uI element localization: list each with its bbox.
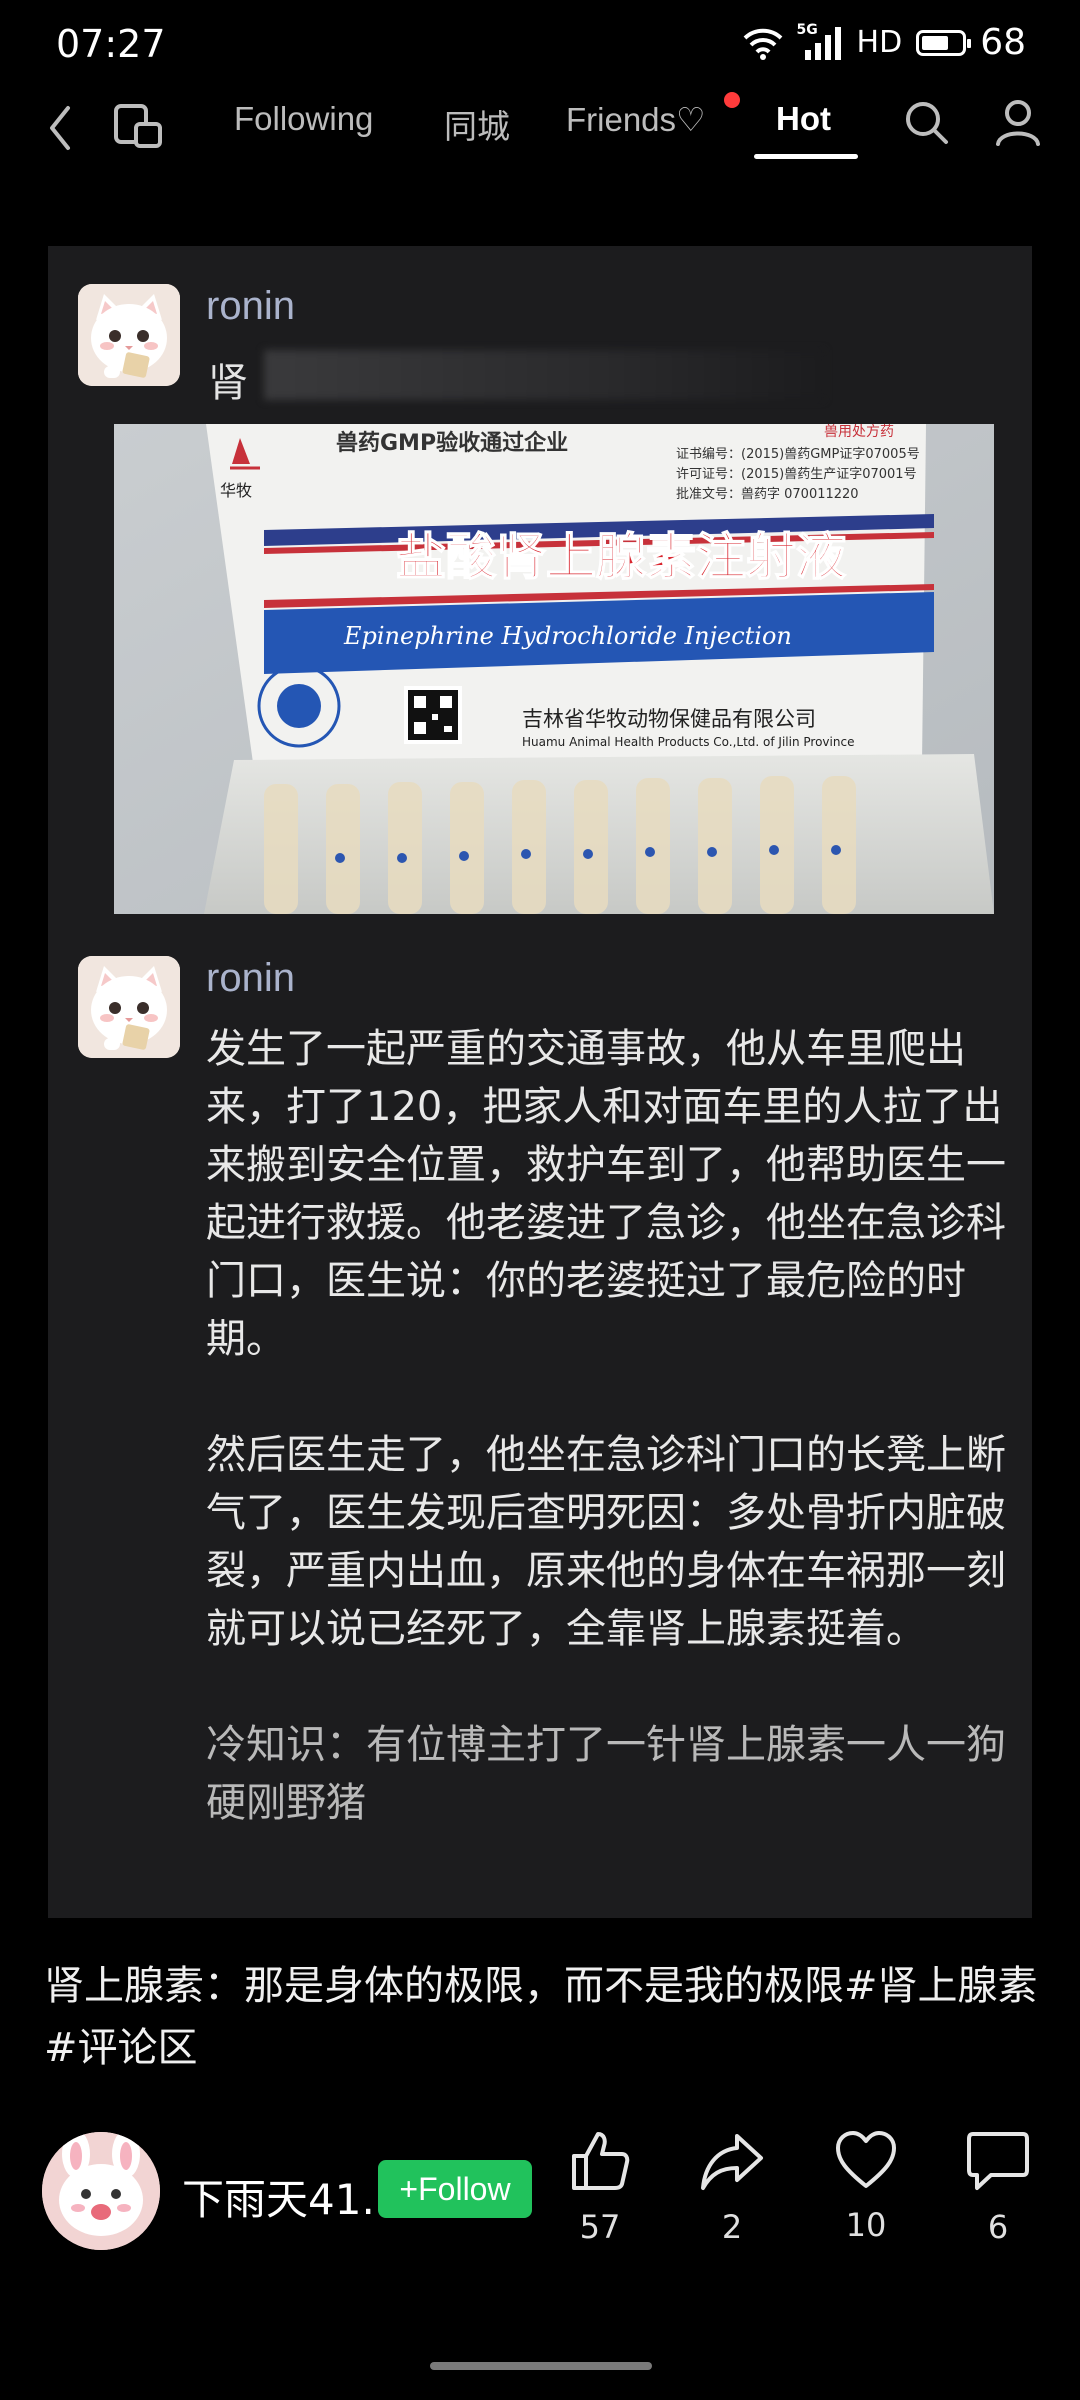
company-name-en: Huamu Animal Health Products Co.,Ltd. of… <box>522 735 854 749</box>
cert-line-3: 批准文号：兽药字 070011220 <box>676 487 859 502</box>
battery-icon <box>916 29 972 56</box>
product-name-en: Epinephrine Hydrochloride Injection <box>343 622 792 650</box>
brand-text: 华牧 <box>220 481 252 500</box>
multi-window-icon[interactable] <box>108 96 168 156</box>
follow-button[interactable]: +Follow <box>378 2160 532 2218</box>
corner-tag: 兽用处方药 <box>824 424 894 440</box>
status-time: 07:27 <box>56 22 166 66</box>
signal-icon: 5G <box>797 22 843 60</box>
top-nav: Following 同城 Friends♡ Hot <box>0 90 1080 240</box>
tab-friends[interactable]: Friends♡ <box>566 100 706 139</box>
avatar[interactable] <box>78 284 180 386</box>
gmp-text: 兽药GMP验收通过企业 <box>336 430 568 456</box>
author-name[interactable]: 下雨天41. <box>182 2166 375 2227</box>
battery-level: 68 <box>980 22 1026 63</box>
post-caption[interactable]: 肾上腺素：那是身体的极限，而不是我的极限#肾上腺素#评论区 <box>44 1955 1044 2079</box>
post-card[interactable]: ronin 肾 华牧 兽药GMP验收通过企业 证书编号：(2015)兽药GMP证… <box>48 246 1032 1918</box>
thumbs-up-icon <box>572 2132 630 2190</box>
product-photo[interactable]: 华牧 兽药GMP验收通过企业 证书编号：(2015)兽药GMP证字07005号 … <box>114 424 994 914</box>
tab-same-city[interactable]: 同城 <box>444 100 510 148</box>
like-count: 57 <box>579 2208 621 2246</box>
search-icon[interactable] <box>900 96 954 150</box>
comment-username[interactable]: ronin <box>206 284 295 329</box>
avatar[interactable] <box>78 956 180 1058</box>
share-action[interactable]: 2 <box>672 2130 792 2246</box>
comment-icon <box>967 2132 1029 2190</box>
comment-action[interactable]: 6 <box>938 2130 1058 2246</box>
active-tab-indicator <box>754 154 858 159</box>
product-name-cn: 盐酸肾上腺素注射液 <box>396 528 846 586</box>
comment-body: 发生了一起严重的交通事故，他从车里爬出来，打了120，把家人和对面车里的人拉了出… <box>206 1020 1006 1832</box>
profile-icon[interactable] <box>990 94 1046 150</box>
wifi-icon <box>743 28 782 60</box>
favorite-count: 10 <box>845 2206 887 2244</box>
comment-username[interactable]: ronin <box>206 956 295 1001</box>
share-icon <box>701 2134 763 2190</box>
share-count: 2 <box>721 2208 743 2246</box>
comment-paragraph: 发生了一起严重的交通事故，他从车里爬出来，打了120，把家人和对面车里的人拉了出… <box>206 1026 1006 1362</box>
comment-text-partial: 肾 <box>208 360 248 406</box>
hd-label: HD <box>856 25 903 60</box>
like-action[interactable]: 57 <box>540 2130 660 2246</box>
cert-line-1: 证书编号：(2015)兽药GMP证字07005号 <box>676 447 920 462</box>
home-indicator[interactable] <box>430 2362 652 2370</box>
author-avatar[interactable] <box>42 2132 160 2250</box>
status-bar: 07:27 5G HD 68 <box>0 0 1080 90</box>
comment-paragraph: 冷知识：有位博主打了一针肾上腺素一人一狗硬刚野猪 <box>206 1722 1006 1826</box>
tab-following[interactable]: Following <box>234 100 373 138</box>
comment-count: 6 <box>987 2208 1009 2246</box>
favorite-action[interactable]: 10 <box>806 2130 926 2244</box>
blurred-text <box>264 350 824 400</box>
status-icons: 5G HD 68 <box>743 22 1026 63</box>
heart-icon <box>836 2131 896 2188</box>
company-name-cn: 吉林省华牧动物保健品有限公司 <box>522 707 816 731</box>
cert-line-2: 许可证号：(2015)兽药生产证字07001号 <box>676 467 917 482</box>
tab-hot[interactable]: Hot <box>776 100 831 138</box>
comment-paragraph: 然后医生走了，他坐在急诊科门口的长凳上断气了，医生发现后查明死因：多处骨折内脏破… <box>206 1432 1006 1652</box>
notification-dot <box>724 92 740 108</box>
back-arrow-icon[interactable] <box>36 98 84 158</box>
